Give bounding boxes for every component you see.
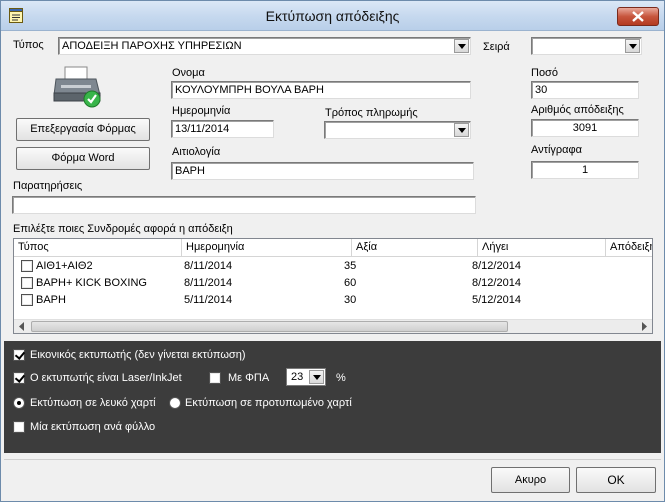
- laser-printer-checkbox[interactable]: [13, 372, 25, 384]
- cancel-button[interactable]: Ακυρο: [491, 467, 570, 493]
- row-receipt: [604, 275, 608, 292]
- laser-printer-label[interactable]: Ο εκτυπωτής είναι Laser/InkJet: [30, 372, 182, 384]
- vat-label[interactable]: Με ΦΠΑ: [228, 372, 269, 384]
- name-field[interactable]: ΚΟΥΛΟΥΜΠΡΗ ΒΟΥΛΑ ΒΑΡΗ: [171, 81, 471, 99]
- scroll-left-icon[interactable]: [18, 322, 26, 331]
- virtual-printer-label[interactable]: Εικονικός εκτυπωτής (δεν γίνεται εκτύπωσ…: [30, 349, 246, 361]
- row-type: ΑΙΘ1+ΑΙΘ2: [36, 260, 93, 272]
- row-receipt: [604, 292, 608, 309]
- row-expires: 8/12/2014: [472, 260, 521, 272]
- edit-form-button[interactable]: Επεξεργασία Φόρμας: [16, 118, 150, 141]
- close-icon: [632, 11, 644, 22]
- subscriptions-caption: Επιλέξτε ποιες Συνδρομές αφορά η απόδειξ…: [13, 223, 233, 235]
- row-date: 8/11/2014: [184, 277, 233, 289]
- scroll-right-icon[interactable]: [640, 322, 648, 331]
- payment-method-select[interactable]: [324, 121, 471, 139]
- column-header-receipt[interactable]: Απόδειξη: [606, 239, 652, 257]
- row-value: 30: [344, 294, 357, 306]
- row-type: ΒΑΡΗ+ KICK BOXING: [36, 277, 147, 289]
- one-per-sheet-checkbox[interactable]: [13, 421, 25, 433]
- series-select[interactable]: [531, 37, 642, 55]
- receipt-number-field[interactable]: 3091: [531, 119, 639, 137]
- print-options-panel: Εικονικός εκτυπωτής (δεν γίνεται εκτύπωσ…: [4, 341, 661, 453]
- notes-field[interactable]: [12, 196, 476, 214]
- column-header-value[interactable]: Αξία: [352, 239, 478, 257]
- row-date: 8/11/2014: [184, 260, 233, 272]
- ok-button[interactable]: OK: [576, 467, 656, 493]
- copies-label: Αντίγραφα: [531, 144, 583, 156]
- payment-method-label: Τρόπος πληρωμής: [325, 107, 418, 119]
- table-header: Τύπος Ημερομηνία Αξία Λήγει Απόδειξη: [14, 239, 652, 257]
- series-label: Σειρά: [483, 41, 510, 53]
- vat-checkbox[interactable]: [209, 372, 221, 384]
- virtual-printer-checkbox[interactable]: [13, 349, 25, 361]
- column-header-expires[interactable]: Λήγει: [478, 239, 606, 257]
- type-label: Τύπος: [13, 39, 44, 51]
- row-receipt: [604, 258, 608, 275]
- preprinted-paper-label[interactable]: Εκτύπωση σε προτυπωμένο χαρτί: [185, 397, 352, 409]
- date-label: Ημερομηνία: [172, 105, 231, 117]
- vat-rate-dropdown-icon[interactable]: [309, 370, 324, 384]
- horizontal-scrollbar[interactable]: [14, 319, 652, 333]
- percent-sign: %: [336, 372, 346, 384]
- reason-field[interactable]: ΒΑΡΗ: [171, 162, 474, 180]
- scrollbar-thumb[interactable]: [31, 321, 508, 332]
- preprinted-paper-radio[interactable]: [169, 397, 181, 409]
- type-dropdown-icon[interactable]: [454, 39, 469, 53]
- type-select-value: ΑΠΟΔΕΙΞΗ ΠΑΡΟΧΗΣ ΥΠΗΡΕΣΙΩΝ: [62, 40, 242, 52]
- series-dropdown-icon[interactable]: [625, 39, 640, 53]
- reason-label: Αιτιολογία: [172, 146, 221, 158]
- table-row[interactable]: ΒΑΡΗ 5/11/2014 30 5/12/2014: [14, 292, 652, 309]
- copies-field[interactable]: 1: [531, 161, 639, 179]
- row-type: ΒΑΡΗ: [36, 294, 66, 306]
- column-header-type[interactable]: Τύπος: [14, 239, 182, 257]
- row-date: 5/11/2014: [184, 294, 233, 306]
- row-value: 60: [344, 277, 357, 289]
- row-expires: 8/12/2014: [472, 277, 521, 289]
- notes-label: Παρατηρήσεις: [13, 180, 83, 192]
- date-field[interactable]: 13/11/2014: [171, 120, 274, 138]
- name-label: Ονομα: [172, 67, 205, 79]
- column-header-date[interactable]: Ημερομηνία: [182, 239, 352, 257]
- row-expires: 5/12/2014: [472, 294, 521, 306]
- type-select[interactable]: ΑΠΟΔΕΙΞΗ ΠΑΡΟΧΗΣ ΥΠΗΡΕΣΙΩΝ: [58, 37, 471, 55]
- amount-label: Ποσό: [531, 67, 558, 79]
- payment-dropdown-icon[interactable]: [454, 123, 469, 137]
- table-row[interactable]: ΒΑΡΗ+ KICK BOXING 8/11/2014 60 8/12/2014: [14, 275, 652, 292]
- white-paper-radio[interactable]: [13, 397, 25, 409]
- one-per-sheet-label[interactable]: Μία εκτύπωση ανά φύλλο: [30, 421, 155, 433]
- close-button[interactable]: [617, 7, 659, 26]
- table-row[interactable]: ΑΙΘ1+ΑΙΘ2 8/11/2014 35 8/12/2014: [14, 258, 652, 275]
- vat-rate-value: 23: [291, 371, 304, 383]
- white-paper-label[interactable]: Εκτύπωση σε λευκό χαρτί: [30, 397, 156, 409]
- title-bar[interactable]: Εκτύπωση απόδειξης: [1, 1, 664, 31]
- word-form-button[interactable]: Φόρμα Word: [16, 147, 150, 170]
- footer-divider: [4, 459, 661, 460]
- printer-icon: [53, 66, 101, 108]
- amount-field[interactable]: 30: [531, 81, 639, 99]
- subscriptions-table[interactable]: Τύπος Ημερομηνία Αξία Λήγει Απόδειξη ΑΙΘ…: [13, 238, 653, 334]
- vat-rate-select[interactable]: 23: [286, 368, 326, 386]
- row-value: 35: [344, 260, 357, 272]
- window-title: Εκτύπωση απόδειξης: [265, 8, 400, 24]
- receipt-print-dialog: Εκτύπωση απόδειξης Τύπος ΑΠΟΔΕΙΞΗ ΠΑΡΟΧΗ…: [0, 0, 665, 502]
- receipt-number-label: Αριθμός απόδειξης: [531, 104, 624, 116]
